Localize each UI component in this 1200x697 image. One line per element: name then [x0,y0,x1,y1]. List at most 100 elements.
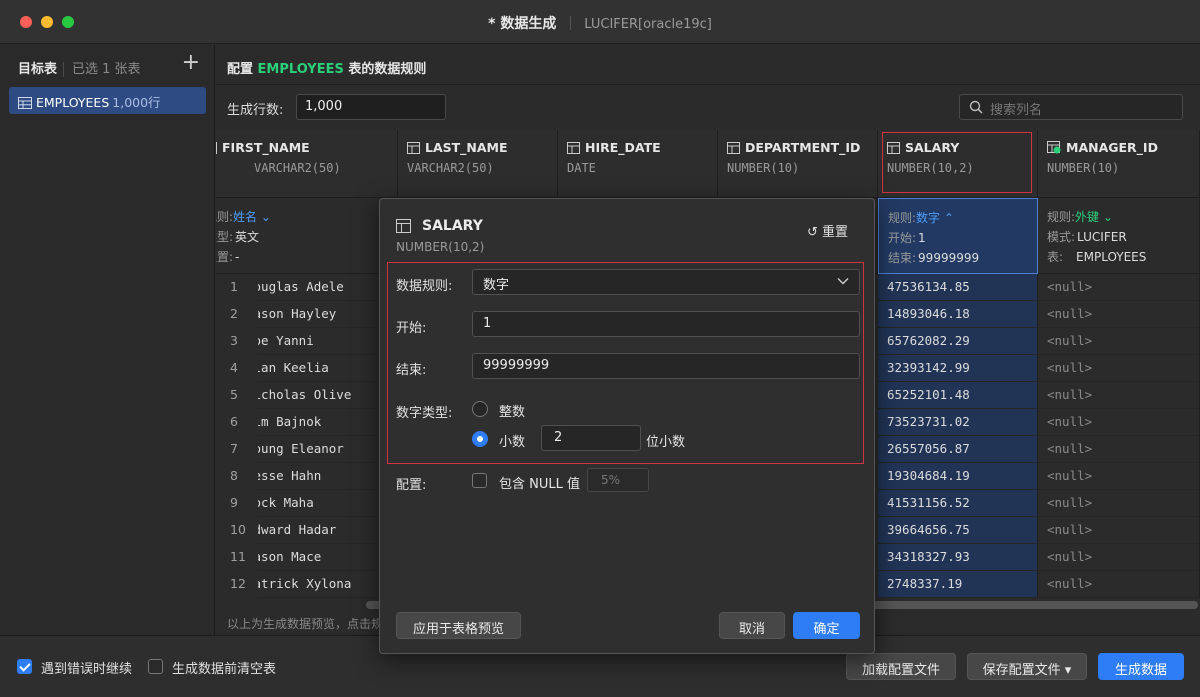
heading-prefix: 配置 [227,62,254,77]
cell-salary[interactable]: 32393142.99 [878,355,1038,382]
rule-label: 模式: [1047,230,1076,244]
cell-manager-id[interactable]: <null> [1038,490,1200,517]
rule-value: LUCIFER [1077,230,1127,244]
rows-label: 生成行数: [227,103,284,118]
column-name-text: LAST_NAME [425,140,508,155]
column-header-last-name[interactable]: LAST_NAME VARCHAR2(50) [398,130,558,198]
column-header-hire-date[interactable]: HIRE_DATE DATE [558,130,718,198]
search-icon [969,100,983,114]
sidebar-item-employees[interactable]: EMPLOYEES 1,000行 [9,87,206,114]
cell-manager-id[interactable]: <null> [1038,328,1200,355]
rule-label: 结束: [888,251,917,265]
cell-salary[interactable]: 34318327.93 [878,544,1038,571]
rule-cell-first-name[interactable]: 规则:姓名 ⌄ 类型:英文 位置:- [216,198,398,274]
cell-manager-id[interactable]: <null> [1038,382,1200,409]
cell-salary[interactable]: 2748337.19 [878,571,1038,598]
decimal-places-input[interactable]: 2 [541,425,641,451]
cell-salary[interactable]: 39664656.75 [878,517,1038,544]
cell-first-name[interactable]: Jesse Hahn [258,463,398,490]
cancel-button[interactable]: 取消 [719,612,785,639]
cell-manager-id[interactable]: <null> [1038,436,1200,463]
cell-manager-id[interactable]: <null> [1038,274,1200,301]
load-config-button[interactable]: 加载配置文件 [846,653,956,680]
decimal-radio[interactable] [472,431,488,447]
chevron-down-icon: ⌄ [1099,210,1113,224]
column-icon [567,142,580,154]
caret-down-icon: ▾ [1060,663,1072,678]
ok-button[interactable]: 确定 [793,612,860,639]
cell-first-name[interactable]: Nicholas Olive [258,382,398,409]
cell-manager-id[interactable]: <null> [1038,301,1200,328]
column-name: FIRST_NAME [216,140,310,155]
clear-before-label: 生成数据前清空表 [172,662,277,677]
column-type: DATE [567,161,596,175]
cell-first-name[interactable]: Young Eleanor [258,436,398,463]
rule-line: 模式: LUCIFER [1047,227,1199,247]
generate-data-button[interactable]: 生成数据 [1098,653,1184,680]
rule-cell-manager-id[interactable]: 规则:外键 ⌄ 模式: LUCIFER 表: EMPLOYEES [1038,198,1200,274]
rule-value: 英文 [235,230,260,244]
rule-select[interactable]: 数字 [472,269,860,295]
rule-label: 规则: [216,210,234,224]
table-icon [18,97,32,109]
cell-first-name[interactable]: Joe Yanni [258,328,398,355]
foreign-key-column-icon [1047,141,1061,154]
title-divider [569,16,571,30]
sidebar-item-label: EMPLOYEES [36,95,110,110]
row-number: 9 [230,495,238,510]
cell-salary[interactable]: 14893046.18 [878,301,1038,328]
cell-salary[interactable]: 41531156.52 [878,490,1038,517]
cell-first-name[interactable]: Alan Keelia [258,355,398,382]
cell-manager-id[interactable]: <null> [1038,463,1200,490]
integer-radio[interactable] [472,401,488,417]
column-header-department-id[interactable]: DEPARTMENT_ID NUMBER(10) [718,130,878,198]
cell-salary[interactable]: 47536134.85 [878,274,1038,301]
sidebar: 目标表 已选 1 张表 + EMPLOYEES 1,000行 [0,45,215,635]
start-input[interactable]: 1 [472,311,860,337]
end-input[interactable]: 99999999 [472,353,860,379]
null-percent-input[interactable]: 5% [587,468,649,492]
selected-count: 已选 1 张表 [63,62,141,77]
cell-first-name[interactable]: Jason Hayley [258,301,398,328]
rule-label: 类型: [216,230,234,244]
cell-first-name[interactable]: Jock Maha [258,490,398,517]
column-header-manager-id[interactable]: MANAGER_ID NUMBER(10) [1038,130,1200,198]
include-null-checkbox[interactable] [472,473,487,488]
rule-label: 开始: [888,231,917,245]
cell-salary[interactable]: 65762082.29 [878,328,1038,355]
row-number: 8 [230,468,238,483]
add-table-button[interactable]: + [182,52,200,74]
rule-cell-salary[interactable]: 规则:数字 ⌃ 开始: 1 结束: 99999999 [878,198,1038,274]
cell-salary[interactable]: 73523731.02 [878,409,1038,436]
cell-first-name[interactable]: Kim Bajnok [258,409,398,436]
column-type: VARCHAR2(50) [254,161,341,175]
cell-manager-id[interactable]: <null> [1038,544,1200,571]
cell-manager-id[interactable]: <null> [1038,571,1200,598]
continue-on-error-checkbox[interactable] [17,659,32,674]
row-number: 3 [230,333,238,348]
cell-salary[interactable]: 26557056.87 [878,436,1038,463]
clear-before-checkbox[interactable] [148,659,163,674]
salary-rule-dialog: SALARY NUMBER(10,2) ↺ 重置 数据规则: 数字 开始: 1 … [379,198,875,654]
rows-count-input[interactable]: 1,000 [296,94,446,120]
cell-manager-id[interactable]: <null> [1038,409,1200,436]
cell-first-name[interactable]: Jason Mace [258,544,398,571]
rule-value: 99999999 [918,251,980,265]
save-config-button[interactable]: 保存配置文件 ▾ [967,653,1087,680]
reset-button[interactable]: ↺ 重置 [807,221,848,240]
cell-manager-id[interactable]: <null> [1038,355,1200,382]
cell-salary[interactable]: 65252101.48 [878,382,1038,409]
sidebar-header: 目标表 已选 1 张表 [18,58,141,77]
column-name-text: HIRE_DATE [585,140,661,155]
cell-first-name[interactable]: Patrick Xylona [258,571,398,598]
apply-preview-button[interactable]: 应用于表格预览 [396,612,521,639]
column-search-input[interactable]: 搜索列名 [959,94,1183,120]
column-header-first-name[interactable]: FIRST_NAME VARCHAR2(50) [216,130,398,198]
cell-salary[interactable]: 19304684.19 [878,463,1038,490]
row-number: 11 [230,549,246,564]
cell-first-name[interactable]: Edward Hadar [258,517,398,544]
cell-first-name[interactable]: Douglas Adele [258,274,398,301]
column-name: DEPARTMENT_ID [727,140,860,155]
chevron-down-icon [837,278,849,285]
cell-manager-id[interactable]: <null> [1038,517,1200,544]
